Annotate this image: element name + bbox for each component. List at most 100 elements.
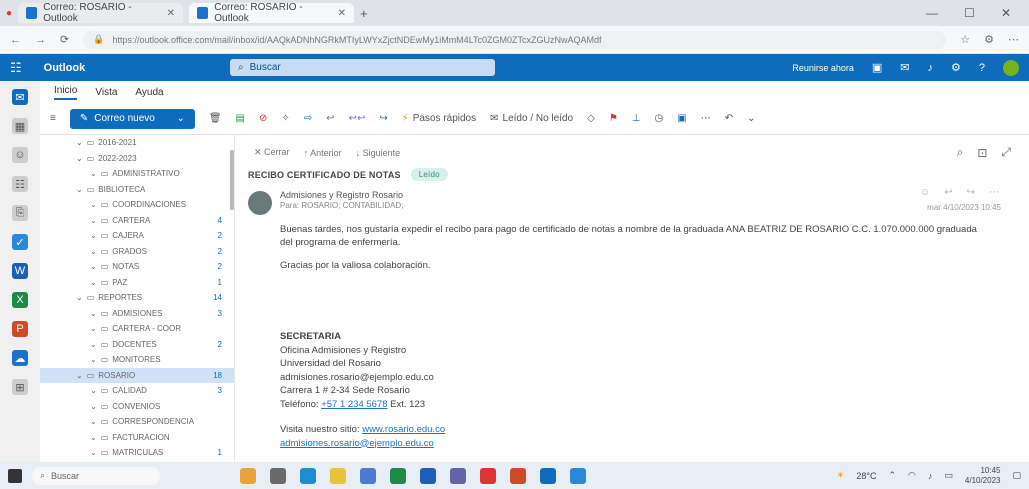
chevron-down-icon[interactable]: ⌄ — [76, 185, 83, 194]
close-button[interactable]: ✕ Cerrar — [254, 147, 290, 158]
new-tab-button[interactable]: + — [360, 6, 368, 21]
mail-icon[interactable]: ✉ — [12, 89, 28, 105]
web-link[interactable]: www.rosario.edu.co — [362, 424, 445, 435]
extensions-icon[interactable]: ⚙ — [984, 33, 994, 46]
app-launcher-icon[interactable]: ☷ — [10, 60, 22, 76]
close-tab-icon[interactable]: ✕ — [338, 8, 346, 19]
chevron-down-icon[interactable]: ⌄ — [90, 340, 97, 349]
folder-item[interactable]: ⌄ ▭ MONITORES — [40, 352, 234, 368]
chevron-down-icon[interactable]: ⌄ — [76, 154, 83, 163]
forward-button[interactable]: → — [35, 34, 46, 46]
folder-item[interactable]: ⌄ ▭ ADMISIONES 3 — [40, 306, 234, 322]
reply-icon[interactable]: ↩ — [944, 187, 952, 198]
close-window-icon[interactable]: ✕ — [1001, 6, 1011, 20]
onedrive-icon[interactable]: ☁ — [12, 350, 28, 366]
ribbon-chevron-icon[interactable]: ⌄ — [747, 113, 755, 124]
tab-help[interactable]: Ayuda — [135, 87, 163, 98]
meet-now-button[interactable]: Reunirse ahora — [792, 63, 854, 73]
favorites-star-icon[interactable]: ☆ — [960, 33, 970, 46]
expand-icon[interactable]: ⤢ — [1001, 145, 1011, 160]
message-tag[interactable]: Leído — [410, 168, 448, 181]
chevron-down-icon[interactable]: ⌄ — [90, 386, 97, 395]
flag-icon[interactable]: ⚑ — [609, 113, 618, 124]
email-link[interactable]: admisiones.rosario@ejemplo.edu.co — [280, 437, 980, 451]
folder-scrollbar[interactable] — [230, 150, 234, 210]
chevron-down-icon[interactable]: ⌄ — [90, 309, 97, 318]
folder-item[interactable]: ⌄ ▭ CONVENIOS — [40, 399, 234, 415]
chevron-down-icon[interactable]: ⌄ — [90, 278, 97, 287]
chevron-down-icon[interactable]: ⌄ — [90, 262, 97, 271]
file-explorer-icon[interactable] — [330, 467, 346, 484]
collapse-pane-icon[interactable]: ≡ — [50, 113, 56, 124]
chevron-down-icon[interactable]: ⌄ — [90, 402, 97, 411]
onedrive-taskbar-icon[interactable] — [570, 467, 586, 484]
tab-home[interactable]: Inicio — [54, 85, 78, 100]
tag-icon[interactable]: ◇ — [587, 113, 595, 124]
todo-icon[interactable]: ✓ — [12, 234, 28, 250]
react-icon[interactable]: ☺ — [920, 187, 930, 198]
folder-item[interactable]: ⌄ ▭ CARTERA - COOR — [40, 321, 234, 337]
edge-icon[interactable] — [300, 467, 316, 484]
excel-taskbar-icon[interactable] — [390, 467, 406, 484]
minimize-icon[interactable]: — — [926, 6, 938, 20]
more-icon[interactable]: ⋯ — [989, 187, 999, 198]
previous-button[interactable]: ↑ Anterior — [304, 148, 342, 158]
immersive-reader-icon[interactable]: ⊡ — [977, 146, 987, 160]
folder-item[interactable]: ⌄ ▭ COORDINACIONES — [40, 197, 234, 213]
wifi-icon[interactable]: ◠ — [908, 470, 916, 481]
folder-item[interactable]: ⌄ ▭ MATRICULAS 1 — [40, 445, 234, 461]
battery-icon[interactable]: ▭ — [944, 470, 953, 481]
forward-icon[interactable]: ↪ — [967, 187, 975, 198]
chrome-icon[interactable] — [480, 467, 496, 484]
back-button[interactable]: ← — [10, 34, 21, 46]
snooze-icon[interactable]: ◷ — [655, 113, 664, 124]
chevron-down-icon[interactable]: ⌄ — [90, 324, 97, 333]
new-mail-button[interactable]: ✎ Correo nuevo ⌄ — [69, 108, 195, 129]
folder-item[interactable]: ⌄ ▭ CAJERA 2 — [40, 228, 234, 244]
avatar[interactable] — [1003, 59, 1019, 76]
browser-tab-2[interactable]: Correo: ROSARIO - Outlook ✕ — [189, 2, 355, 24]
chevron-down-icon[interactable]: ⌄ — [90, 355, 97, 364]
browser-menu-icon[interactable]: ● — [6, 8, 12, 19]
folder-item[interactable]: ⌄ ▭ 2016-2021 — [40, 135, 234, 151]
undo-icon[interactable]: ↶ — [725, 113, 733, 124]
folder-item[interactable]: ⌄ ▭ ROSARIO 18 — [40, 367, 234, 383]
bell-icon[interactable]: ♪ — [928, 62, 934, 74]
folder-item[interactable]: ⌄ ▭ CARTERA 4 — [40, 213, 234, 229]
policy-icon[interactable]: ▣ — [677, 113, 686, 124]
task-view-icon[interactable] — [270, 467, 286, 484]
chevron-down-icon[interactable]: ⌄ — [76, 293, 83, 302]
folder-item[interactable]: ⌄ ▭ ADMINISTRATIVO — [40, 166, 234, 182]
archive-icon[interactable]: ▤ — [236, 113, 245, 124]
weather-temp[interactable]: 28°C — [856, 471, 876, 481]
browser-more-icon[interactable]: ⋯ — [1008, 33, 1019, 46]
sweep-icon[interactable]: ✧ — [281, 113, 289, 124]
reply-all-icon[interactable]: ↩↩ — [349, 113, 366, 124]
notifications-icon[interactable]: ▢ — [1012, 470, 1021, 481]
outlook-taskbar-icon[interactable] — [540, 467, 556, 484]
pin-icon[interactable]: ⊥ — [632, 113, 641, 124]
phone-link[interactable]: +57 1 234 5678 — [321, 399, 387, 410]
folder-item[interactable]: ⌄ ▭ NOTAS 2 — [40, 259, 234, 275]
start-icon[interactable] — [8, 468, 22, 483]
powerpoint-icon[interactable]: P — [12, 321, 28, 337]
attach-icon[interactable]: ⎘ — [12, 205, 28, 221]
teams-taskbar-icon[interactable] — [450, 467, 466, 484]
tray-chevron-icon[interactable]: ⌃ — [888, 470, 896, 481]
read-unread-button[interactable]: ✉ Leído / No leído — [490, 113, 573, 124]
volume-icon[interactable]: ♪ — [928, 471, 933, 481]
chevron-down-icon[interactable]: ⌄ — [90, 433, 97, 442]
widgets-icon[interactable] — [240, 467, 256, 484]
chevron-down-icon[interactable]: ⌄ — [90, 417, 97, 426]
weather-icon[interactable]: ☀ — [836, 470, 844, 481]
chevron-down-icon[interactable]: ⌄ — [176, 113, 184, 124]
chevron-down-icon[interactable]: ⌄ — [90, 448, 97, 457]
more-options-icon[interactable]: ⋯ — [701, 113, 711, 124]
calendar-icon[interactable]: ▦ — [12, 118, 28, 134]
chevron-down-icon[interactable]: ⌄ — [76, 371, 83, 380]
reply-icon[interactable]: ↩ — [326, 113, 334, 124]
powerpoint-taskbar-icon[interactable] — [510, 467, 526, 484]
maximize-icon[interactable]: ☐ — [964, 6, 975, 20]
quick-steps-button[interactable]: ⚡ Pasos rápidos — [402, 113, 476, 124]
forward-icon[interactable]: ↪ — [379, 113, 387, 124]
